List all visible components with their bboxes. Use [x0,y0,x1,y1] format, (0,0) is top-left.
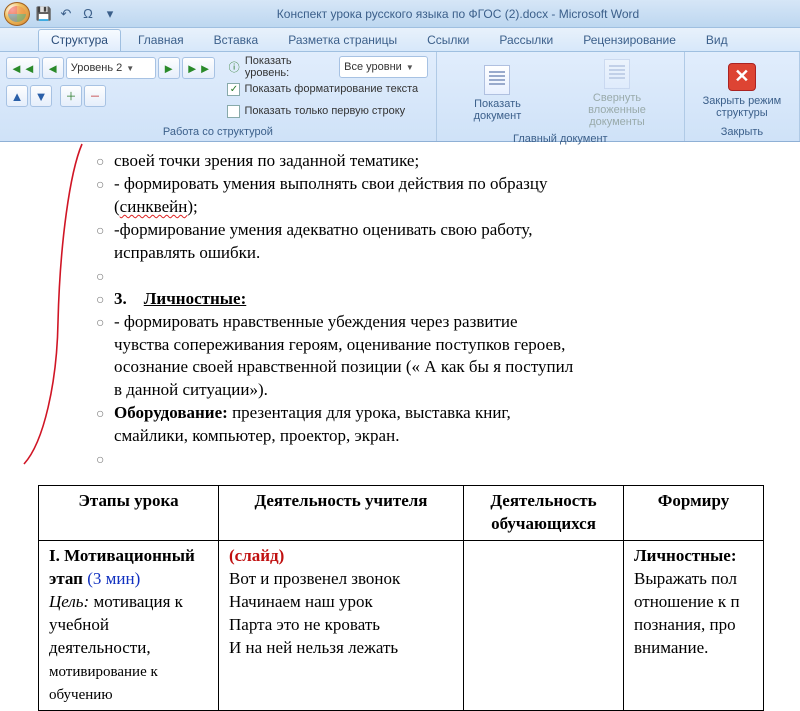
doc-text: - формировать нравственные убеждения чер… [114,311,576,403]
table-header-row: Этапы урока Деятельность учителя Деятель… [39,486,764,541]
tab-references[interactable]: Ссылки [414,29,482,51]
close-outline-button[interactable]: ✕ Закрыть режим структуры [691,58,793,122]
outline-bullet: ○ [96,173,106,219]
cell-forming: Личностные: Выражать пол отношение к п п… [624,541,764,711]
tab-structure[interactable]: Структура [38,29,121,51]
promote-double-icon[interactable]: ◄◄ [6,57,40,79]
group-outline-tools: ◄◄ ◄ Уровень 2 ▼ ► ►► ▲ ▼ ＋ － [0,52,437,141]
group-close: ✕ Закрыть режим структуры Закрыть [685,52,800,141]
cell-stage: I. Мотивационный этап (3 мин) Цель: моти… [39,541,219,711]
ribbon-tabs: Структура Главная Вставка Разметка стран… [0,28,800,52]
col-stages: Этапы урока [39,486,219,541]
document-icon [484,65,510,95]
show-document-label: Показать документ [450,98,545,122]
close-icon: ✕ [728,63,756,91]
office-button[interactable] [4,2,30,26]
col-teacher: Деятельность учителя [219,486,464,541]
outline-bullet: ○ [96,311,106,403]
move-down-icon[interactable]: ▼ [30,85,52,107]
tab-home[interactable]: Главная [125,29,197,51]
show-formatting-checkbox[interactable]: ✓ Показать форматирование текста [225,79,429,99]
col-students: Деятельность обучающихся [464,486,624,541]
demote-icon[interactable]: ► [158,57,180,79]
doc-text: Оборудование: презентация для урока, выс… [114,402,576,448]
chevron-down-icon: ▼ [126,64,134,73]
col-forming: Формиру [624,486,764,541]
redo-icon[interactable]: Ω [78,4,98,24]
table-row: I. Мотивационный этап (3 мин) Цель: моти… [39,541,764,711]
outline-bullet: ○ [96,219,106,265]
expand-icon[interactable]: ＋ [60,85,82,107]
collapse-subdocs-label: Свернуть вложенные документы [563,92,671,128]
first-line-label: Показать только первую строку [244,105,405,117]
section-heading: 3. Личностные: [114,288,576,311]
window-title: Конспект урока русского языка по ФГОС (2… [120,7,796,21]
close-outline-label: Закрыть режим структуры [698,95,786,119]
outline-bullet: ○ [96,402,106,448]
outline-bullet: ○ [96,265,106,288]
tab-insert[interactable]: Вставка [201,29,272,51]
document-stack-icon [604,59,630,89]
outline-level-combo[interactable]: Уровень 2 ▼ [66,57,156,79]
tab-view[interactable]: Вид [693,29,741,51]
move-up-icon[interactable]: ▲ [6,85,28,107]
group-master-doc: Показать документ Свернуть вложенные док… [437,52,685,141]
checkbox-checked-icon: ✓ [227,83,240,96]
outline-bullet: ○ [96,150,106,173]
cell-students [464,541,624,711]
promote-icon[interactable]: ◄ [42,57,64,79]
collapse-icon[interactable]: － [84,85,106,107]
show-level-value: Все уровни [344,61,402,73]
chevron-down-icon: ▼ [406,63,414,72]
checkbox-unchecked-icon [227,105,240,118]
group-label-tools: Работа со структурой [6,124,430,141]
qat-dropdown-icon[interactable]: ▾ [100,4,120,24]
title-bar: 💾 ↶ Ω ▾ Конспект урока русского языка по… [0,0,800,28]
group-label-close: Закрыть [691,124,793,141]
ribbon: ◄◄ ◄ Уровень 2 ▼ ► ►► ▲ ▼ ＋ － [0,52,800,142]
spelling-error: синквейн [120,197,188,216]
outline-bullet: ○ [96,288,106,311]
cell-teacher: (слайд) Вот и прозвенел звонок Начинаем … [219,541,464,711]
demote-double-icon[interactable]: ►► [182,57,216,79]
outline-level-value: Уровень 2 [71,62,123,74]
show-level-label: Показать уровень: [245,55,335,79]
show-level-combo[interactable]: Все уровни ▼ [339,56,428,78]
collapse-subdocs-button: Свернуть вложенные документы [556,55,678,131]
show-formatting-label: Показать форматирование текста [244,83,418,95]
lesson-table: Этапы урока Деятельность учителя Деятель… [38,485,764,710]
save-icon[interactable]: 💾 [34,4,54,24]
doc-text: - формировать умения выполнять свои дейс… [114,173,576,219]
tab-layout[interactable]: Разметка страницы [275,29,410,51]
tab-mailings[interactable]: Рассылки [486,29,566,51]
tab-review[interactable]: Рецензирование [570,29,689,51]
undo-icon[interactable]: ↶ [56,4,76,24]
first-line-checkbox[interactable]: Показать только первую строку [225,101,429,121]
doc-text: своей точки зрения по заданной тематике; [114,150,576,173]
document-area[interactable]: ○ своей точки зрения по заданной тематике… [0,142,800,711]
quick-access-toolbar: 💾 ↶ Ω ▾ [34,4,120,24]
show-document-button[interactable]: Показать документ [443,61,552,125]
outline-bullet: ○ [96,448,106,471]
doc-text: -формирование умения адекватно оценивать… [114,219,576,265]
